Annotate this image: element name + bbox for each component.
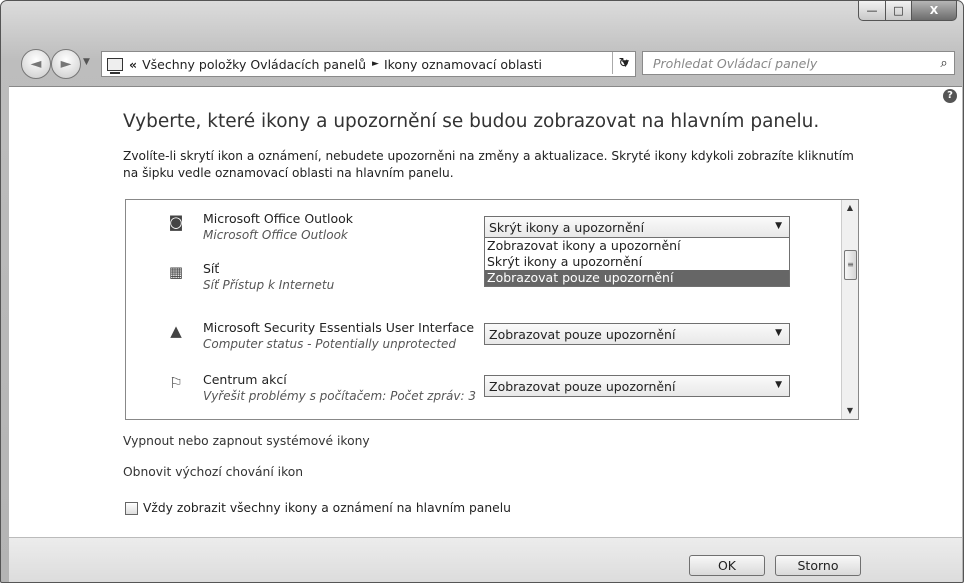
item-name: Microsoft Security Essentials User Inter…: [203, 320, 475, 335]
chevron-down-icon: ▼: [775, 380, 782, 390]
page-title: Vyberte, které ikony a upozornění se bud…: [123, 111, 820, 132]
scroll-up-icon[interactable]: ▲: [842, 200, 858, 216]
notification-icons-list: ◙ Microsoft Office Outlook Microsoft Off…: [125, 199, 859, 420]
item-name: Microsoft Office Outlook: [203, 211, 353, 226]
cancel-button[interactable]: Storno: [775, 555, 861, 576]
page-description: Zvolíte-li skrytí ikon a oznámení, nebud…: [123, 149, 854, 180]
action-center-flag-icon: ⚐: [169, 374, 183, 392]
select-value: Skrýt ikony a upozornění: [489, 219, 645, 235]
chevron-down-icon: ▼: [775, 328, 782, 338]
scroll-down-icon[interactable]: ▼: [842, 403, 858, 419]
network-icon: ▦: [168, 263, 184, 281]
behavior-dropdown-list: Zobrazovat ikony a upozornění Skrýt ikon…: [484, 237, 790, 287]
always-show-all-checkbox[interactable]: [125, 501, 138, 515]
security-essentials-icon: ▲: [170, 322, 182, 340]
breadcrumb-separator-icon[interactable]: ►: [372, 59, 379, 69]
refresh-button[interactable]: ↻: [612, 52, 635, 74]
item-description: Microsoft Office Outlook: [203, 228, 348, 242]
breadcrumb-all-control-panel-items[interactable]: Všechny položky Ovládacích panelů: [142, 57, 366, 72]
caption-buttons: — □ X: [858, 1, 957, 21]
back-button[interactable]: ◄: [21, 49, 51, 79]
dropdown-option[interactable]: Zobrazovat ikony a upozornění: [485, 238, 789, 254]
behavior-select-outlook[interactable]: Skrýt ikony a upozornění ▼: [484, 216, 790, 238]
scroll-thumb[interactable]: ≡: [844, 250, 857, 280]
item-name: Síť: [203, 261, 220, 276]
behavior-select-action-center[interactable]: Zobrazovat pouze upozornění ▼: [484, 375, 790, 397]
recent-pages-dropdown-icon[interactable]: ▼: [83, 57, 90, 67]
help-icon[interactable]: ?: [943, 89, 957, 103]
dropdown-option[interactable]: Skrýt ikony a upozornění: [485, 254, 789, 270]
checkbox-label: Vždy zobrazit všechny ikony a oznámení n…: [143, 501, 511, 515]
select-value: Zobrazovat pouze upozornění: [489, 326, 676, 342]
behavior-select-security-essentials[interactable]: Zobrazovat pouze upozornění ▼: [484, 323, 790, 345]
search-icon[interactable]: ⌕: [934, 56, 954, 71]
control-panel-window: — □ X ◄ ► ▼ « Všechny položky Ovládacích…: [0, 0, 964, 583]
search-input[interactable]: [651, 54, 934, 72]
close-button[interactable]: X: [912, 1, 957, 21]
control-panel-icon: [107, 57, 123, 74]
item-name: Centrum akcí: [203, 372, 287, 387]
navigation-bar: ◄ ► ▼ « Všechny položky Ovládacích panel…: [1, 47, 963, 81]
system-icons-link[interactable]: Vypnout nebo zapnout systémové ikony: [123, 434, 370, 448]
select-value: Zobrazovat pouze upozornění: [489, 378, 676, 394]
restore-defaults-link[interactable]: Obnovit výchozí chování ikon: [123, 465, 303, 479]
forward-button[interactable]: ►: [51, 49, 81, 79]
address-overflow-chevron[interactable]: «: [129, 57, 137, 72]
item-description: Computer status - Potentially unprotecte…: [203, 337, 457, 351]
button-bar: OK Storno: [9, 537, 962, 582]
ok-button[interactable]: OK: [689, 555, 765, 576]
always-show-all-checkbox-row[interactable]: Vždy zobrazit všechny ikony a oznámení n…: [125, 501, 511, 515]
main-content: ? Vyberte, které ikony a upozornění se b…: [9, 86, 962, 537]
minimize-button[interactable]: —: [858, 1, 886, 21]
vertical-scrollbar[interactable]: ▲ ≡ ▼: [841, 200, 858, 419]
outlook-icon: ◙: [168, 213, 184, 231]
item-description: Vyřešit problémy s počítačem: Počet zprá…: [203, 389, 476, 403]
search-box: ⌕: [642, 51, 955, 75]
dropdown-option-highlighted[interactable]: Zobrazovat pouze upozornění: [485, 270, 789, 286]
item-description: Síť Přístup k Internetu: [203, 278, 335, 292]
chevron-down-icon: ▼: [775, 221, 782, 231]
address-bar[interactable]: « Všechny položky Ovládacích panelů ► Ik…: [101, 51, 636, 77]
maximize-button[interactable]: □: [886, 1, 912, 21]
breadcrumb-notification-area-icons[interactable]: Ikony oznamovací oblasti: [384, 57, 542, 72]
